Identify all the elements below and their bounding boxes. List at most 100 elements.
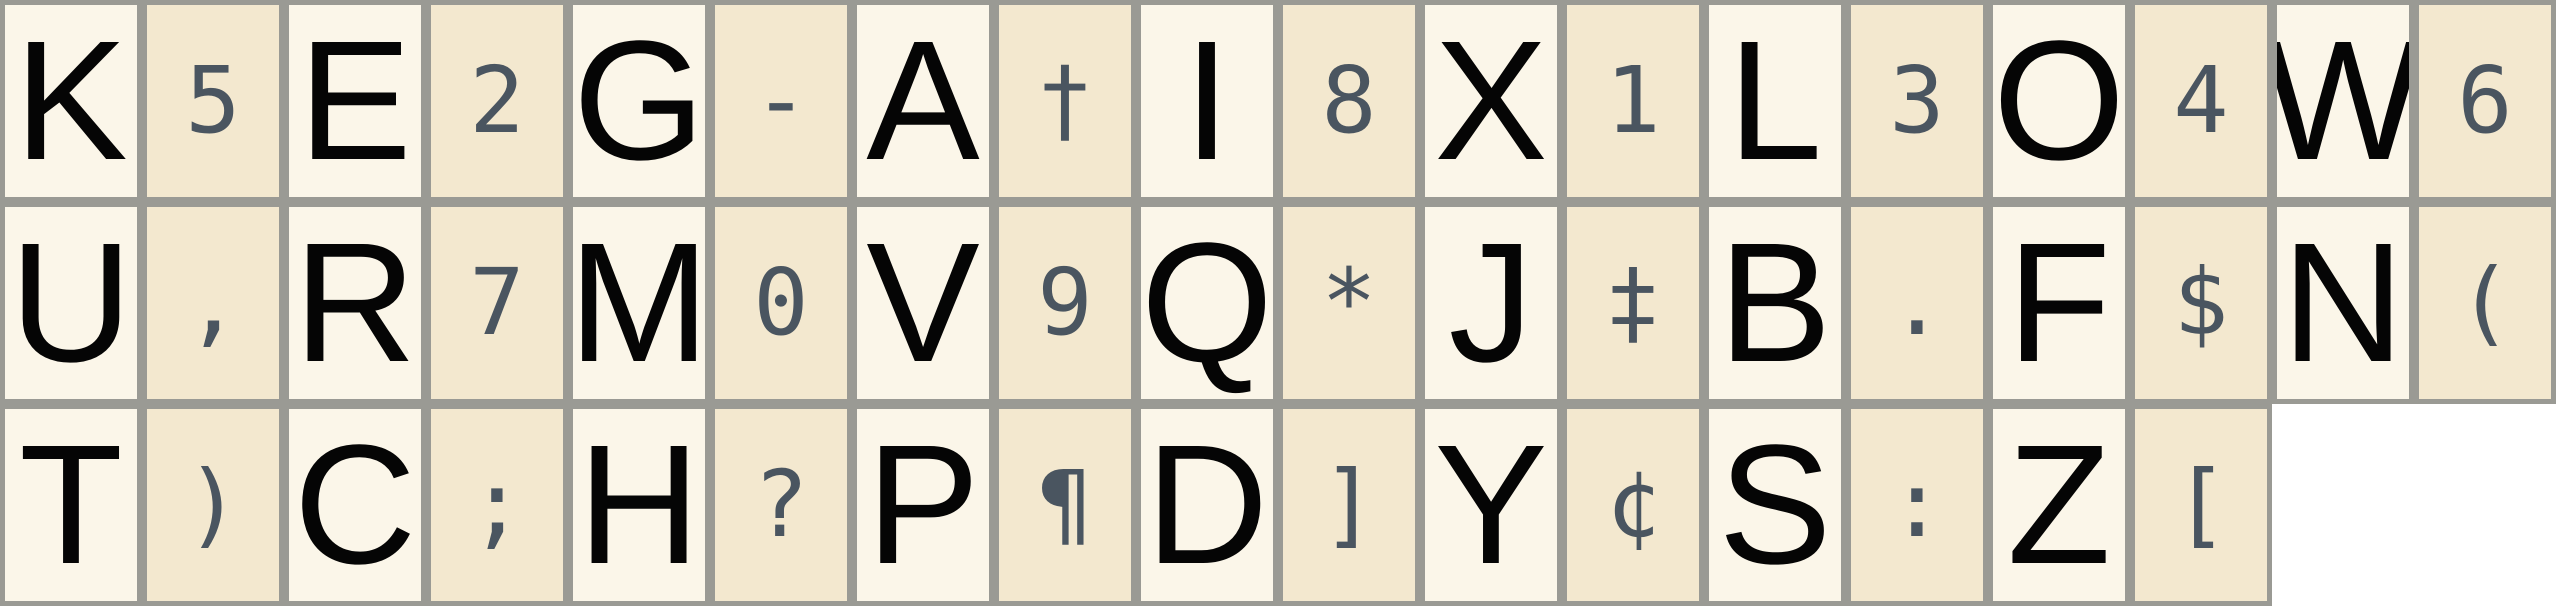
letter-tile: P [852, 404, 994, 606]
letter-glyph: U [9, 208, 133, 398]
letter-tile: N [2272, 202, 2414, 404]
symbol-glyph: , [185, 249, 241, 356]
letter-glyph: Q [1140, 208, 1274, 398]
symbol-glyph: † [1037, 47, 1093, 154]
symbol-tile: ; [426, 404, 568, 606]
letter-glyph: V [866, 208, 980, 398]
letter-glyph: O [1992, 6, 2126, 196]
letter-glyph: T [19, 410, 123, 600]
letter-tile: T [0, 404, 142, 606]
letter-tile: B [1704, 202, 1846, 404]
letter-tile: I [1136, 0, 1278, 202]
character-grid: K5E2G-A † I8X1L3O4W6 U, R7M0V9Q * J ‡ B. F $ N ( T) C;… [0, 0, 2560, 606]
letter-glyph: I [1183, 6, 1231, 196]
letter-tile: Q [1136, 202, 1278, 404]
symbol-tile: ¶ [994, 404, 1136, 606]
symbol-tile: . [1846, 202, 1988, 404]
symbol-glyph: [ [2173, 451, 2229, 558]
letter-glyph: A [866, 6, 980, 196]
symbol-tile: 2 [426, 0, 568, 202]
letter-glyph: Z [2007, 410, 2111, 600]
symbol-tile: ] [1278, 404, 1420, 606]
letter-tile: W [2272, 0, 2414, 202]
grid-row: T) C; H? P ¶ D] Y ¢ S: Z [ [0, 404, 2272, 606]
symbol-tile: - [710, 0, 852, 202]
letter-tile: H [568, 404, 710, 606]
symbol-glyph: ? [753, 451, 809, 558]
letter-glyph: G [572, 6, 706, 196]
symbol-glyph: ¶ [1037, 451, 1093, 558]
letter-glyph: K [14, 6, 128, 196]
symbol-glyph: 8 [1321, 47, 1377, 154]
letter-tile: K [0, 0, 142, 202]
symbol-glyph: ) [185, 451, 241, 558]
symbol-tile: 0 [710, 202, 852, 404]
letter-glyph: E [298, 6, 412, 196]
letter-glyph: D [1145, 410, 1269, 600]
letter-tile: E [284, 0, 426, 202]
symbol-glyph: 1 [1605, 47, 1661, 154]
letter-glyph: H [577, 410, 701, 600]
symbol-glyph: 2 [469, 47, 525, 154]
symbol-glyph: ( [2457, 249, 2513, 356]
letter-glyph: X [1434, 6, 1548, 196]
symbol-tile: 5 [142, 0, 284, 202]
letter-glyph: P [866, 410, 980, 600]
symbol-glyph: ] [1321, 451, 1377, 558]
symbol-tile: $ [2130, 202, 2272, 404]
symbol-tile: , [142, 202, 284, 404]
letter-tile: J [1420, 202, 1562, 404]
symbol-glyph: ; [469, 451, 525, 558]
symbol-tile: ¢ [1562, 404, 1704, 606]
letter-tile: A [852, 0, 994, 202]
letter-tile: Y [1420, 404, 1562, 606]
symbol-glyph: ‡ [1605, 249, 1661, 356]
letter-tile: D [1136, 404, 1278, 606]
letter-tile: R [284, 202, 426, 404]
letter-tile: G [568, 0, 710, 202]
symbol-tile: ‡ [1562, 202, 1704, 404]
letter-glyph: S [1718, 410, 1832, 600]
symbol-tile: 3 [1846, 0, 1988, 202]
symbol-glyph: 0 [753, 249, 809, 356]
letter-tile: V [852, 202, 994, 404]
symbol-glyph: . [1889, 249, 1945, 356]
letter-glyph: N [2281, 208, 2405, 398]
letter-glyph: L [1727, 6, 1823, 196]
letter-tile: F [1988, 202, 2130, 404]
symbol-tile: 1 [1562, 0, 1704, 202]
symbol-glyph: 6 [2457, 47, 2513, 154]
letter-tile: X [1420, 0, 1562, 202]
symbol-glyph: 9 [1037, 249, 1093, 356]
letter-glyph: B [1718, 208, 1832, 398]
letter-tile: C [284, 404, 426, 606]
symbol-tile: 4 [2130, 0, 2272, 202]
symbol-glyph: * [1321, 249, 1377, 356]
symbol-tile: 9 [994, 202, 1136, 404]
letter-glyph: C [293, 410, 417, 600]
symbol-glyph: ¢ [1605, 451, 1661, 558]
grid-row: K5E2G-A † I8X1L3O4W6 [0, 0, 2556, 202]
symbol-glyph: : [1889, 451, 1945, 558]
symbol-tile: 7 [426, 202, 568, 404]
symbol-tile: † [994, 0, 1136, 202]
letter-tile: U [0, 202, 142, 404]
letter-glyph: R [293, 208, 417, 398]
symbol-glyph: - [753, 47, 809, 154]
symbol-tile: [ [2130, 404, 2272, 606]
symbol-glyph: $ [2173, 249, 2229, 356]
letter-glyph: F [2007, 208, 2111, 398]
symbol-tile: * [1278, 202, 1420, 404]
letter-glyph: W [2277, 16, 2409, 186]
symbol-tile: : [1846, 404, 1988, 606]
letter-tile: O [1988, 0, 2130, 202]
letter-glyph: M [568, 208, 710, 398]
symbol-glyph: 7 [469, 249, 525, 356]
letter-tile: Z [1988, 404, 2130, 606]
symbol-tile: ) [142, 404, 284, 606]
letter-tile: M [568, 202, 710, 404]
symbol-tile: 6 [2414, 0, 2556, 202]
letter-glyph: Y [1434, 410, 1548, 600]
symbol-tile: ( [2414, 202, 2556, 404]
symbol-tile: ? [710, 404, 852, 606]
